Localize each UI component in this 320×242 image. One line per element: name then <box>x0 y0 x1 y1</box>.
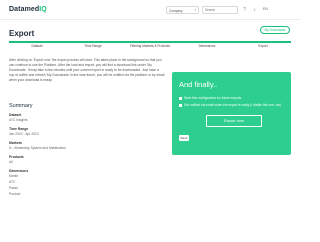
notify-email-option[interactable]: Get notified via email when the export i… <box>179 103 281 107</box>
step-time-range[interactable]: Time Range <box>65 44 121 48</box>
step-dataset[interactable]: Dataset <box>9 44 65 48</box>
export-stepper: Dataset Time Range Filtering Markets & P… <box>9 41 291 51</box>
top-bar: DatamedIQ Company ▾ ? ♪ EN <box>0 0 300 20</box>
export-card: And finally.. Save this configuration fo… <box>172 72 291 155</box>
export-now-button[interactable]: Export now <box>206 115 262 127</box>
bell-icon[interactable]: ♪ <box>251 6 258 14</box>
summary-value-dimension: ATC <box>9 180 16 184</box>
step-export[interactable]: Export <box>235 44 291 48</box>
save-config-label: Save this configuration for future expor… <box>184 96 242 100</box>
stepper-track <box>9 41 291 43</box>
page-title: Export <box>9 29 35 38</box>
company-select-value: Company <box>169 8 183 13</box>
summary-value-dimension: Packs <box>9 186 18 190</box>
stepper-progress <box>9 41 291 43</box>
search-input[interactable] <box>202 6 238 14</box>
company-select[interactable]: Company ▾ <box>166 6 199 14</box>
summary-value-dimension: Month <box>9 174 19 178</box>
my-downloads-button[interactable]: My Downloads <box>260 26 290 34</box>
card-title: And finally.. <box>179 80 218 89</box>
language-switch[interactable]: EN <box>263 7 268 11</box>
chevron-down-icon: ▾ <box>194 8 196 12</box>
summary-label-dimensions: Dimensions <box>9 169 29 173</box>
brand-suffix: IQ <box>39 6 47 13</box>
summary-label-markets: Markets <box>9 141 22 145</box>
summary-label-products: Products <box>9 155 24 159</box>
brand-name: Datamed <box>9 6 40 13</box>
notify-email-label: Get notified via email when the export i… <box>184 103 282 107</box>
notify-email-checkbox[interactable] <box>179 103 182 107</box>
summary-title: Summary <box>9 103 33 109</box>
summary-value-dataset: ATC Insights <box>9 118 28 122</box>
summary-value-markets: N - Alimentary System and Metabolism <box>9 146 66 150</box>
save-config-option[interactable]: Save this configuration for future expor… <box>179 96 241 100</box>
summary-label-dataset: Dataset <box>9 113 22 117</box>
summary-label-time-range: Time Range <box>9 127 29 131</box>
summary-value-products: All <box>9 160 13 164</box>
summary-value-time-range: Jan 2024 - Apr 2024 <box>9 132 39 136</box>
app-logo[interactable]: DatamedIQ <box>9 6 47 13</box>
summary-value-dimension: Product <box>9 192 21 196</box>
step-filtering[interactable]: Filtering Markets & Products <box>122 44 178 48</box>
export-intro-text: After clicking on 'Export now' the expor… <box>9 58 165 82</box>
save-config-checkbox[interactable] <box>179 96 182 100</box>
step-dimensions[interactable]: Dimensions <box>179 44 235 48</box>
help-icon[interactable]: ? <box>241 6 248 14</box>
back-button[interactable]: Back <box>179 135 189 141</box>
